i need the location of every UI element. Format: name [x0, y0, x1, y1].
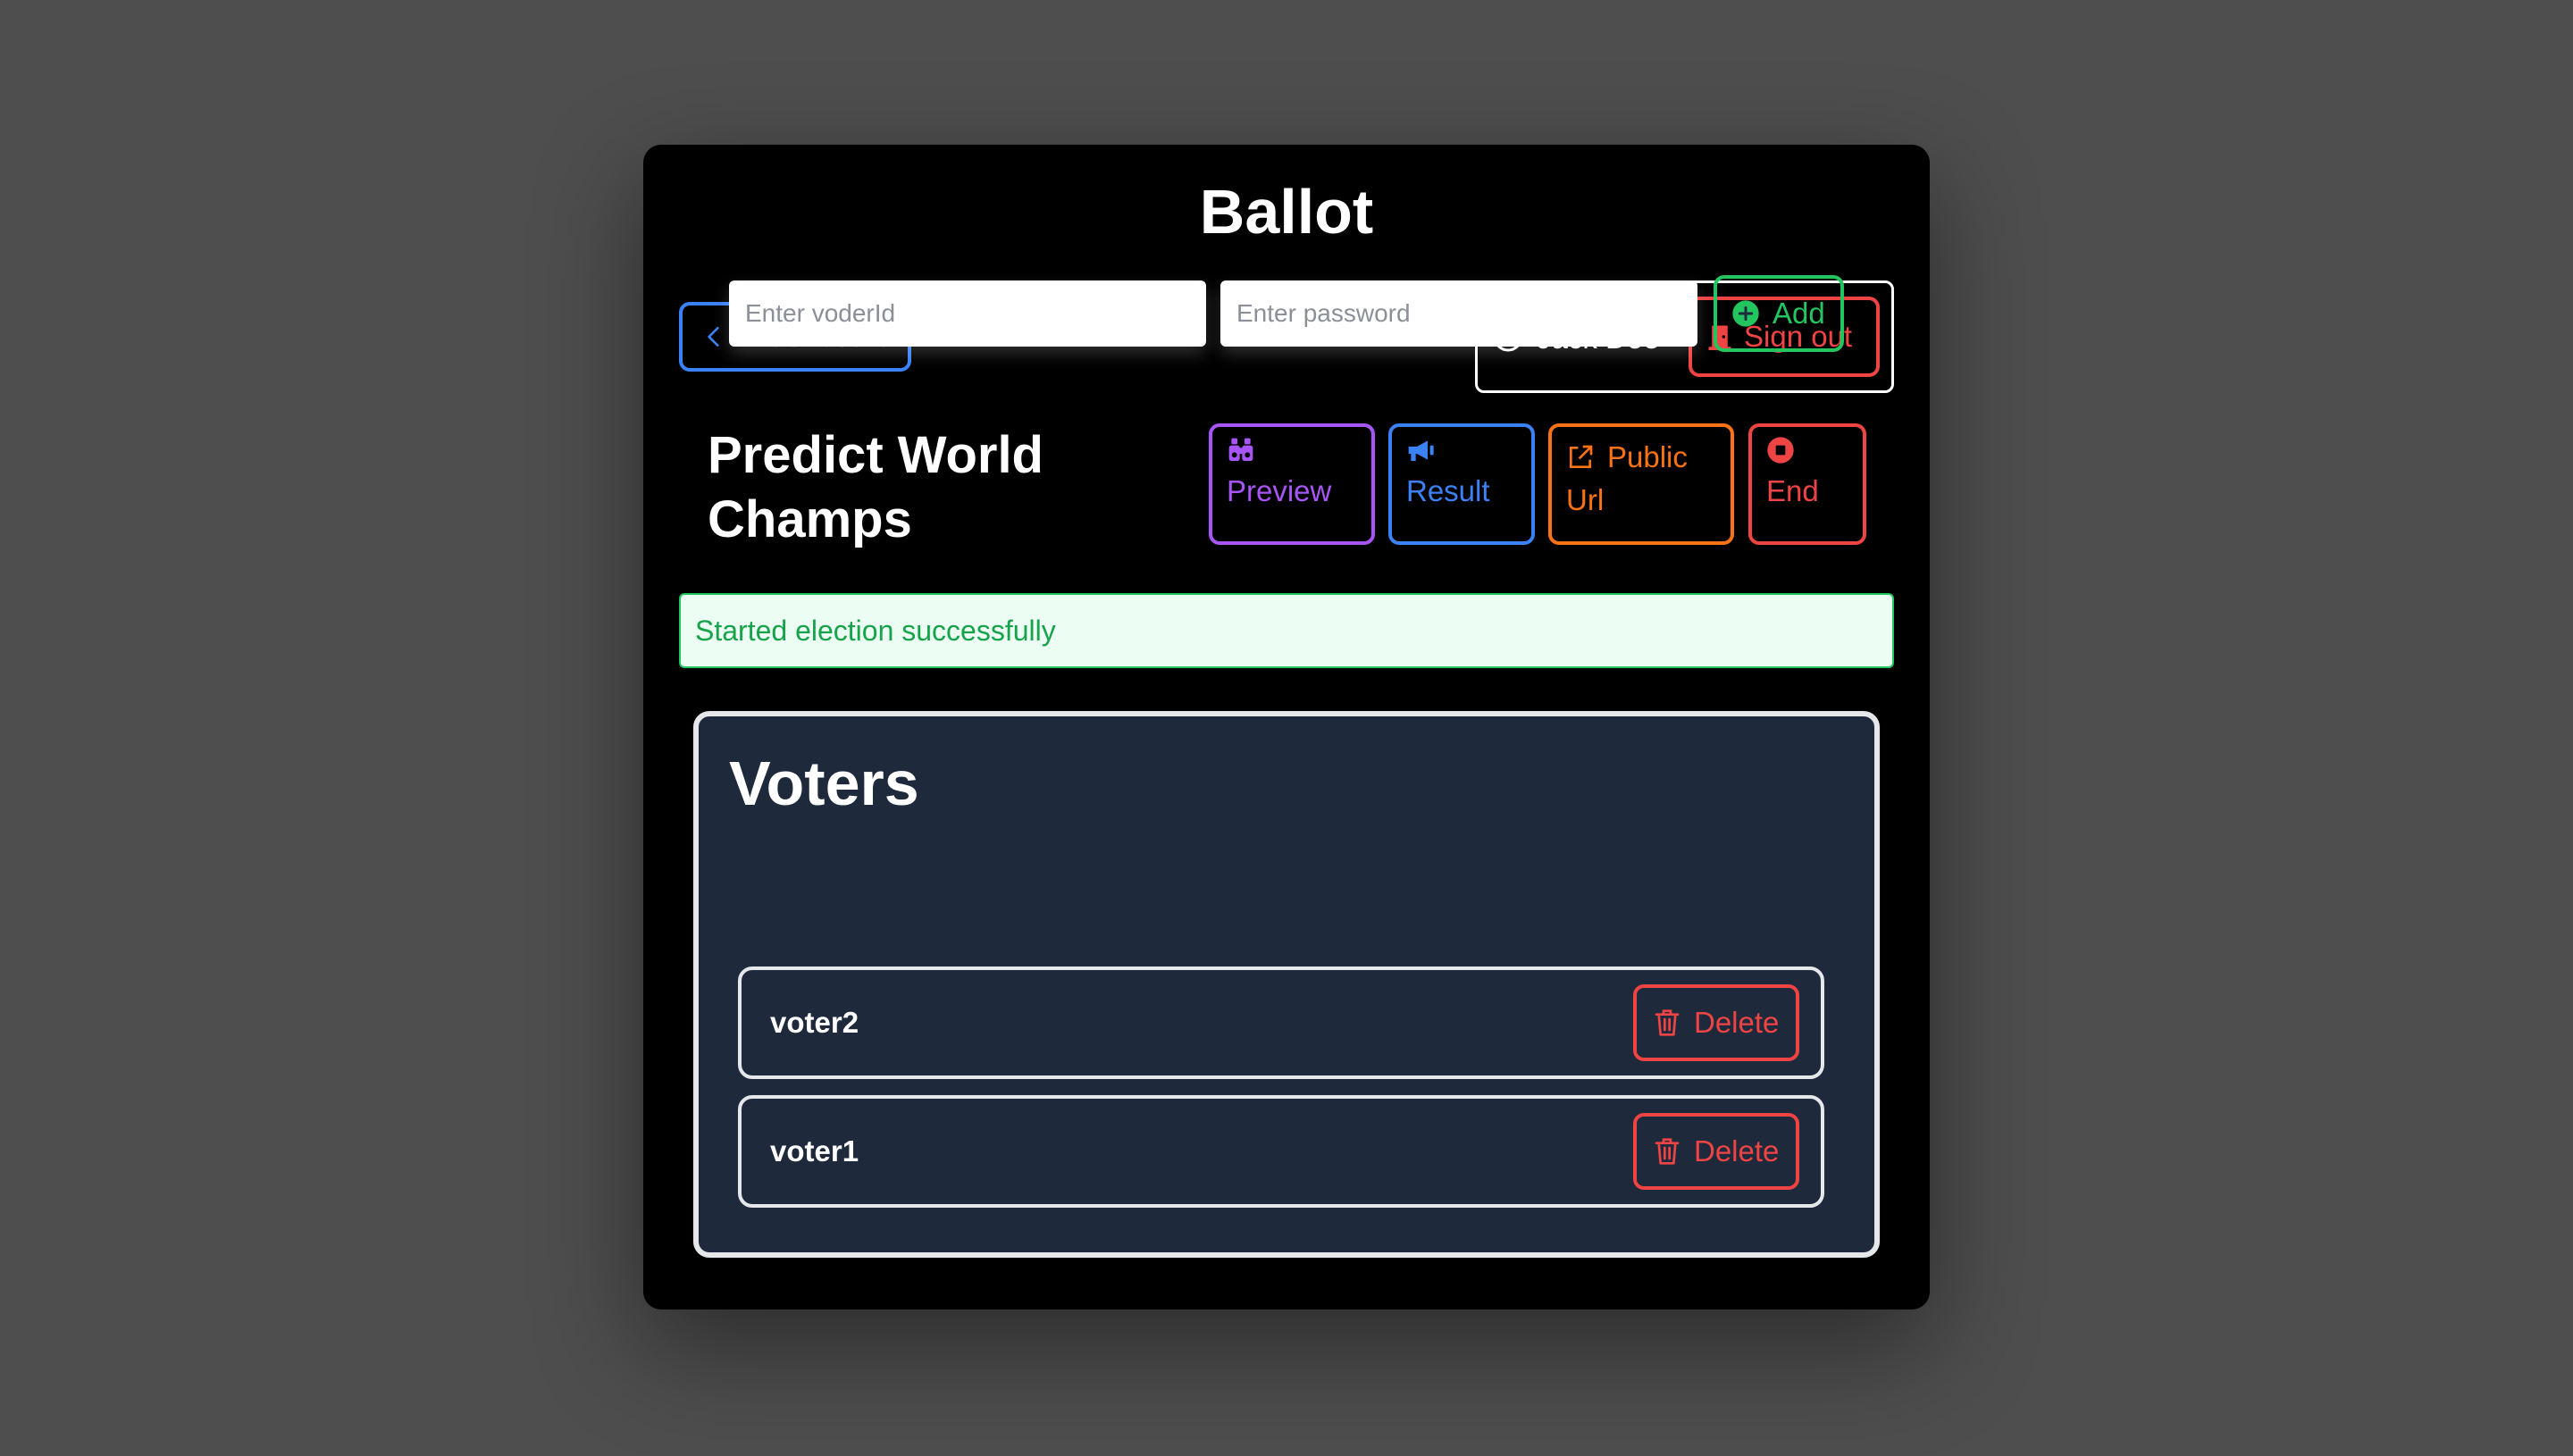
password-input[interactable]	[1220, 280, 1697, 347]
result-label: Result	[1406, 474, 1490, 507]
delete-voter-button[interactable]: Delete	[1633, 984, 1799, 1061]
result-button[interactable]: Result	[1388, 423, 1535, 545]
election-title: Predict World Champs	[708, 426, 1043, 548]
end-election-button[interactable]: End	[1748, 423, 1866, 545]
chevron-left-icon	[708, 326, 719, 347]
add-voter-label: Add	[1773, 297, 1825, 330]
voter-list-item: voter2 Delete	[738, 966, 1824, 1079]
preview-label: Preview	[1227, 474, 1332, 507]
public-url-label-1: Public	[1607, 440, 1688, 473]
app-title: Ballot	[1199, 177, 1374, 247]
megaphone-icon	[1408, 440, 1434, 461]
binoculars-icon	[1228, 438, 1253, 461]
voter-name: voter2	[770, 1006, 859, 1039]
voters-title: Voters	[729, 749, 919, 818]
voter-list-item: voter1 Delete	[738, 1095, 1824, 1208]
end-label: End	[1766, 474, 1819, 507]
delete-voter-button[interactable]: Delete	[1633, 1113, 1799, 1190]
trash-icon	[1655, 1009, 1680, 1036]
delete-label: Delete	[1694, 1134, 1780, 1167]
public-url-button[interactable]: Public Url	[1548, 423, 1734, 545]
success-alert: Started election successfully	[679, 593, 1894, 668]
external-link-icon	[1570, 445, 1593, 468]
add-voter-button[interactable]: Add	[1714, 275, 1844, 352]
delete-label: Delete	[1694, 1006, 1780, 1039]
preview-button[interactable]: Preview	[1209, 423, 1375, 545]
public-url-label-2: Url	[1566, 483, 1605, 516]
voter-name: voter1	[770, 1134, 859, 1167]
trash-icon	[1655, 1138, 1680, 1165]
stop-circle-icon	[1767, 437, 1794, 464]
voter-id-input[interactable]	[729, 280, 1206, 347]
plus-circle-icon	[1732, 300, 1759, 327]
